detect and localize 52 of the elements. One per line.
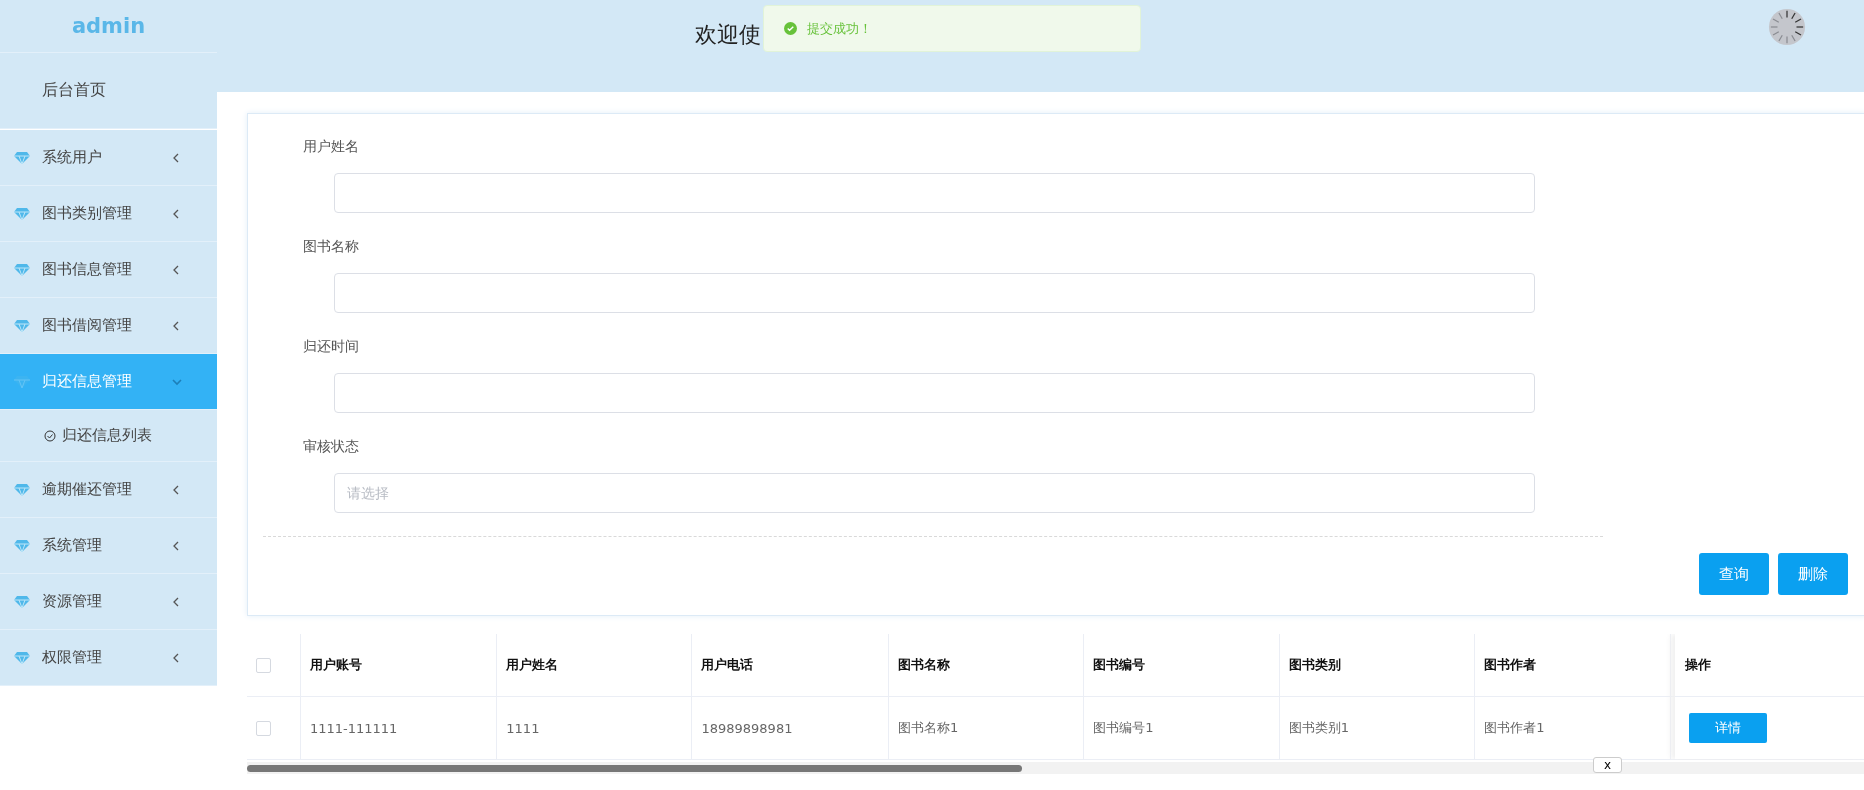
field-label: 归还时间 (303, 338, 359, 356)
sidebar-menu-item[interactable]: 资源管理 (0, 574, 217, 630)
diamond-icon (14, 263, 30, 276)
sidebar-menu-item[interactable]: 系统用户 (0, 130, 217, 186)
select-all-checkbox[interactable] (256, 657, 271, 673)
field-label: 图书名称 (303, 238, 359, 256)
column-header: 图书编号 (1093, 657, 1146, 672)
sidebar-menu-item[interactable]: 系统管理 (0, 518, 217, 574)
table-cell: 1111 (506, 720, 540, 736)
sidebar-menu-item[interactable]: 逾期催还管理 (0, 462, 217, 518)
horizontal-scrollbar[interactable] (247, 762, 1864, 774)
diamond-icon (14, 539, 30, 552)
diamond-icon (14, 483, 30, 496)
diamond-icon (14, 151, 30, 164)
check-circle-icon (784, 22, 797, 35)
row-checkbox[interactable] (256, 720, 271, 736)
column-header: 用户姓名 (506, 657, 559, 672)
column-header: 图书类别 (1288, 657, 1341, 672)
column-header: 用户电话 (701, 657, 754, 672)
welcome-title: 欢迎使 (695, 21, 761, 49)
diamond-icon (14, 319, 30, 332)
diamond-icon (14, 375, 30, 388)
column-header: 操作 (1685, 656, 1711, 674)
diamond-icon (14, 207, 30, 220)
sidebar-menu-item[interactable]: 图书借阅管理 (0, 298, 217, 354)
input-field[interactable] (334, 273, 1535, 313)
field-label: 审核状态 (303, 438, 359, 456)
loading-spinner-icon (1768, 7, 1806, 47)
column-header: 图书名称 (897, 657, 950, 672)
close-tab-button[interactable]: x (1593, 757, 1623, 773)
field-label: 用户姓名 (303, 138, 359, 156)
diamond-icon (14, 651, 30, 664)
sidebar-menu-item[interactable]: 图书类别管理 (0, 186, 217, 242)
home-menu-item[interactable]: 后台首页 (0, 53, 217, 129)
column-header: 图书作者 (1484, 657, 1537, 672)
sidebar-menu-item[interactable]: 图书信息管理 (0, 242, 217, 298)
sidebar-menu-item[interactable]: 权限管理 (0, 630, 217, 686)
table-cell: 1111-111111 (309, 720, 398, 736)
input-field[interactable] (334, 173, 1535, 213)
table-cell: 图书名称1 (897, 720, 959, 735)
table-cell: 图书编号1 (1093, 720, 1154, 735)
check-circle-icon (44, 429, 56, 442)
table-cell: 18989898981 (701, 720, 793, 736)
table-cell: 图书作者1 (1484, 720, 1545, 735)
select-field[interactable]: 请选择 (334, 473, 1535, 513)
input-field[interactable] (334, 373, 1535, 413)
sidebar-logo-text: admin (0, 0, 217, 53)
diamond-icon (14, 595, 30, 608)
toast-message: 提交成功！ (807, 19, 872, 38)
table-cell: 图书类别1 (1288, 720, 1350, 735)
submenu-item[interactable]: 归还信息列表 (0, 410, 217, 462)
column-header: 用户账号 (309, 657, 362, 672)
